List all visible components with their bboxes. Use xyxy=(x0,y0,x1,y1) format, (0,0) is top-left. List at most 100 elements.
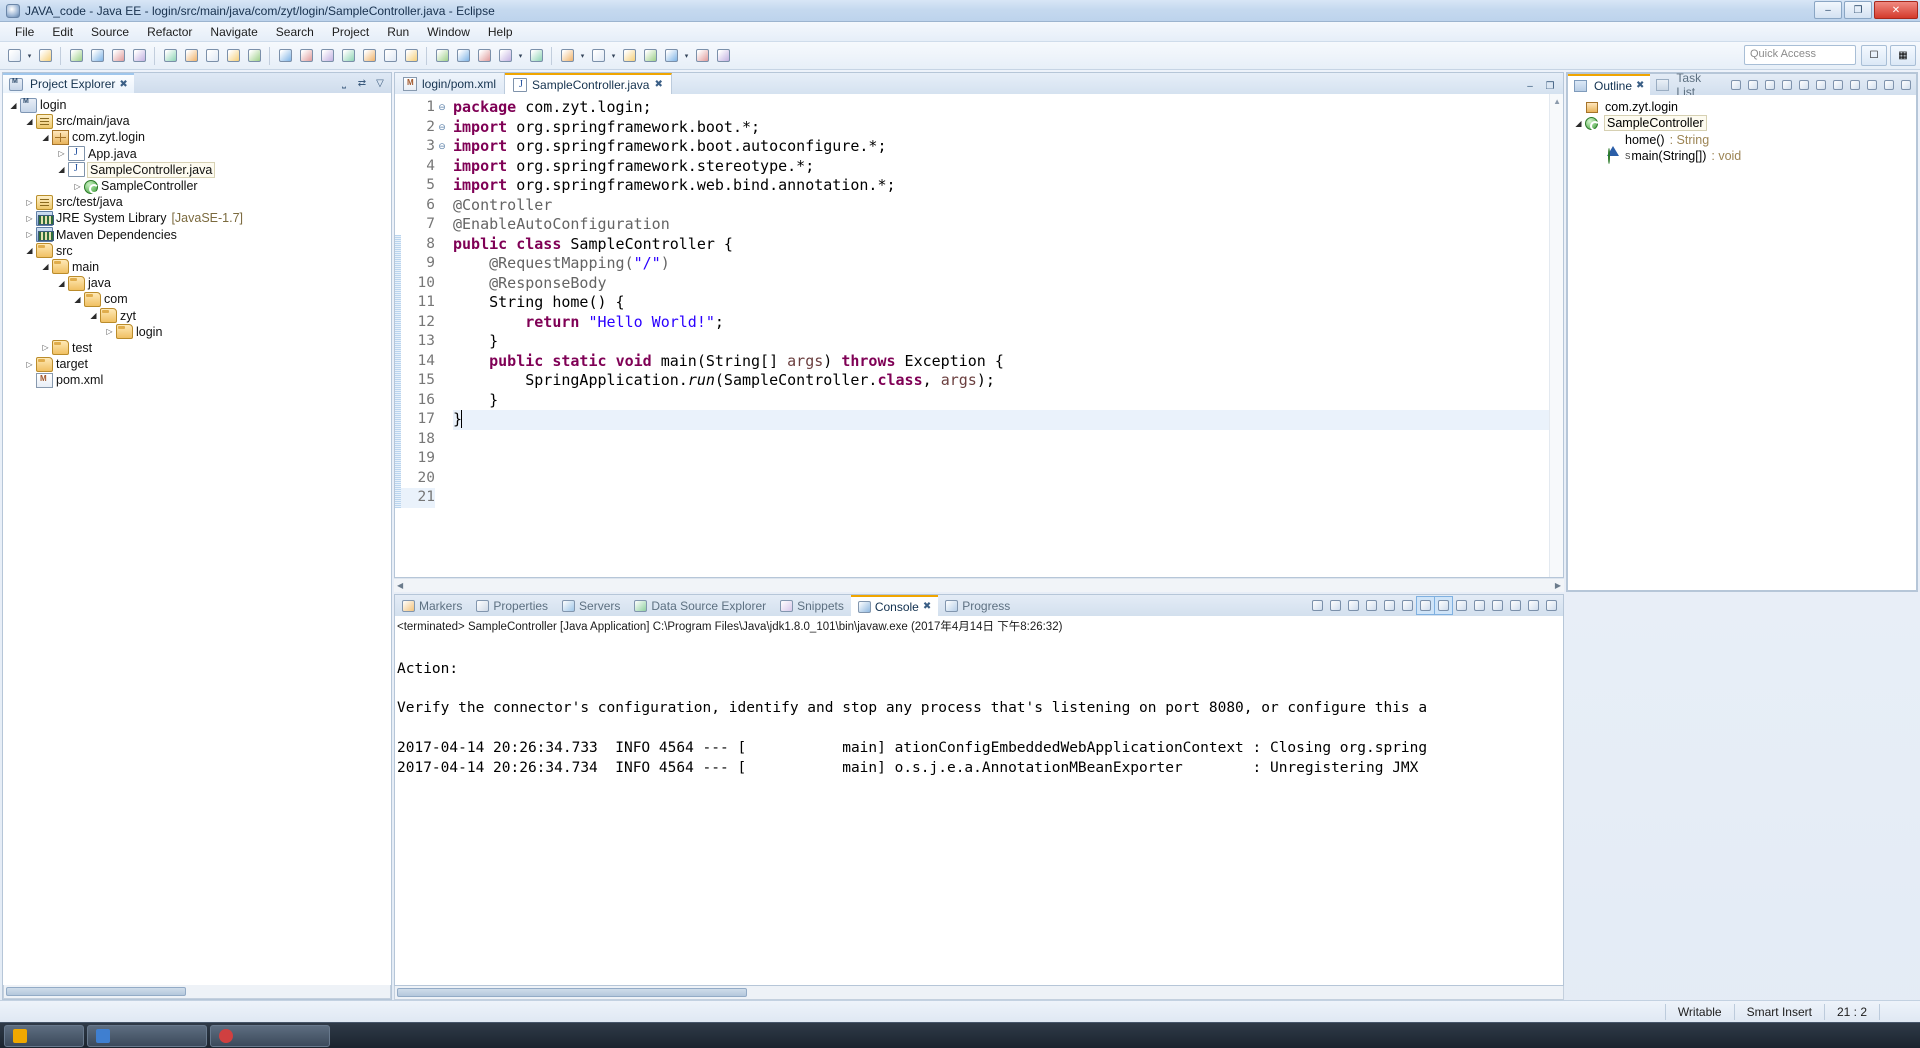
expand-arrow-closed-icon[interactable] xyxy=(23,360,36,369)
expand-arrow-open-icon[interactable] xyxy=(55,279,68,288)
taskbar-window-1[interactable] xyxy=(87,1024,207,1047)
outline-item[interactable]: SampleController xyxy=(1572,115,1916,132)
drop-to-frame-icon[interactable] xyxy=(401,46,421,66)
tree-item[interactable]: Maven Dependencies xyxy=(7,227,391,243)
menu-navigate[interactable]: Navigate xyxy=(201,23,266,41)
open-task-icon[interactable] xyxy=(619,46,639,66)
expand-arrow-closed-icon[interactable] xyxy=(39,343,52,352)
tree-item[interactable]: test xyxy=(7,340,391,356)
print-icon[interactable] xyxy=(87,46,107,66)
overview-ruler[interactable]: ▲ xyxy=(1549,94,1563,577)
console-tab-properties[interactable]: Properties xyxy=(469,595,555,616)
fold-toggle-icon[interactable]: ⊖ xyxy=(435,98,449,118)
clear-console-icon[interactable] xyxy=(1363,597,1380,614)
taskbar-start-button[interactable] xyxy=(4,1024,84,1047)
step-return-icon[interactable] xyxy=(380,46,400,66)
tree-item[interactable]: pom.xml xyxy=(7,372,391,388)
console-hscroll-thumb[interactable] xyxy=(397,988,747,997)
expand-arrow-closed-icon[interactable] xyxy=(23,214,36,223)
scroll-up-icon[interactable]: ▲ xyxy=(1553,97,1561,106)
minimize-icon[interactable] xyxy=(1881,77,1897,93)
pin-icon[interactable] xyxy=(661,46,681,66)
tree-item[interactable]: src/main/java xyxy=(7,113,391,129)
tree-item[interactable]: src xyxy=(7,243,391,259)
expand-arrow-open-icon[interactable] xyxy=(23,246,36,255)
tree-item[interactable]: main xyxy=(7,259,391,275)
tab-outline[interactable]: Outline ✖ xyxy=(1568,74,1651,95)
tree-item[interactable]: zyt xyxy=(7,307,391,324)
maximize-icon[interactable] xyxy=(1543,597,1560,614)
expand-arrow-open-icon[interactable] xyxy=(87,311,100,320)
hide-nonpublic-icon[interactable] xyxy=(1847,77,1863,93)
remove-all-launches-icon[interactable] xyxy=(1345,597,1362,614)
word-wrap-icon[interactable] xyxy=(1399,597,1416,614)
console-menu-icon[interactable] xyxy=(1507,597,1524,614)
minimize-icon[interactable] xyxy=(1525,597,1542,614)
expand-arrow-open-icon[interactable] xyxy=(55,165,68,174)
expand-arrow-open-icon[interactable] xyxy=(7,101,20,110)
quick-access-input[interactable]: Quick Access xyxy=(1744,45,1856,65)
hide-static-icon[interactable] xyxy=(1830,77,1846,93)
step-into-icon[interactable] xyxy=(338,46,358,66)
collapse-all-icon[interactable]: ⎵ xyxy=(336,75,352,91)
new-editor-icon[interactable] xyxy=(557,46,577,66)
explorer-hscrollbar[interactable] xyxy=(3,985,391,999)
new-wizard-icon[interactable] xyxy=(4,46,24,66)
new-console-view-icon[interactable] xyxy=(1489,597,1506,614)
expand-arrow-open-icon[interactable] xyxy=(71,295,84,304)
editor-tab-samplecontroller[interactable]: SampleController.java ✖ xyxy=(505,73,672,94)
pin-console-icon[interactable] xyxy=(1416,596,1435,615)
code-text-area[interactable]: package com.zyt.login; import org.springf… xyxy=(449,94,1549,577)
terminate-icon[interactable] xyxy=(1309,597,1326,614)
menu-source[interactable]: Source xyxy=(82,23,138,41)
save-icon[interactable] xyxy=(35,46,55,66)
outline-item[interactable]: home(): String xyxy=(1572,132,1916,157)
sort-icon[interactable] xyxy=(1762,77,1778,93)
tree-item[interactable]: src/test/java xyxy=(7,194,391,210)
chevron-down-icon[interactable]: ▾ xyxy=(578,46,587,66)
expand-arrow-closed-icon[interactable] xyxy=(71,182,84,191)
chevron-down-icon[interactable]: ▾ xyxy=(516,46,525,66)
tree-item[interactable]: target xyxy=(7,356,391,372)
console-tab-servers[interactable]: Servers xyxy=(555,595,627,616)
scroll-left-icon[interactable]: ◀ xyxy=(397,581,403,590)
chevron-down-icon[interactable]: ▾ xyxy=(682,46,691,66)
expand-arrow-open-icon[interactable] xyxy=(39,262,52,271)
focus-on-active-task-icon[interactable] xyxy=(1728,77,1744,93)
chevron-down-icon[interactable]: ▾ xyxy=(25,46,34,66)
console-tab-console[interactable]: Console ✖ xyxy=(850,595,939,616)
run-icon[interactable] xyxy=(495,46,515,66)
tree-item[interactable]: com xyxy=(7,291,391,307)
search-icon[interactable] xyxy=(453,46,473,66)
debug-icon[interactable] xyxy=(474,46,494,66)
minimize-icon[interactable]: – xyxy=(1522,78,1538,94)
tab-project-explorer[interactable]: Project Explorer ✖ xyxy=(3,73,134,93)
menu-project[interactable]: Project xyxy=(323,23,378,41)
menu-refactor[interactable]: Refactor xyxy=(138,23,201,41)
close-icon[interactable]: ✖ xyxy=(1636,80,1644,91)
run-external-tools-icon[interactable] xyxy=(526,46,546,66)
expand-arrow-closed-icon[interactable] xyxy=(55,149,68,158)
build-icon[interactable] xyxy=(129,46,149,66)
fold-toggle-icon[interactable]: ⊖ xyxy=(435,137,449,157)
open-type-icon[interactable] xyxy=(223,46,243,66)
maximize-button[interactable]: ❐ xyxy=(1844,1,1872,19)
expand-arrow-open-icon[interactable] xyxy=(1572,119,1585,128)
open-console-icon[interactable] xyxy=(1453,597,1470,614)
menu-edit[interactable]: Edit xyxy=(43,23,82,41)
console-tab-markers[interactable]: Markers xyxy=(395,595,469,616)
maximize-icon[interactable]: ❐ xyxy=(1542,78,1558,94)
editor-tab-pom[interactable]: login/pom.xml xyxy=(395,73,506,94)
server-icon[interactable] xyxy=(713,46,733,66)
close-icon[interactable]: ✖ xyxy=(119,79,127,90)
tab-task-list[interactable]: Task List xyxy=(1650,71,1728,99)
outline-item[interactable]: Smain(String[]): void xyxy=(1572,147,1916,164)
view-menu-icon[interactable]: ▽ xyxy=(372,75,388,91)
outline-tree[interactable]: com.zyt.loginSampleControllerhome(): Str… xyxy=(1567,95,1917,591)
categorize-icon[interactable] xyxy=(1745,77,1761,93)
skip-breakpoints-icon[interactable] xyxy=(244,46,264,66)
open-perspective-button[interactable]: ☐ xyxy=(1861,45,1887,66)
new-java-package-icon[interactable] xyxy=(160,46,180,66)
project-tree[interactable]: loginsrc/main/javacom.zyt.loginApp.javaS… xyxy=(3,93,391,985)
step-over-icon[interactable] xyxy=(359,46,379,66)
